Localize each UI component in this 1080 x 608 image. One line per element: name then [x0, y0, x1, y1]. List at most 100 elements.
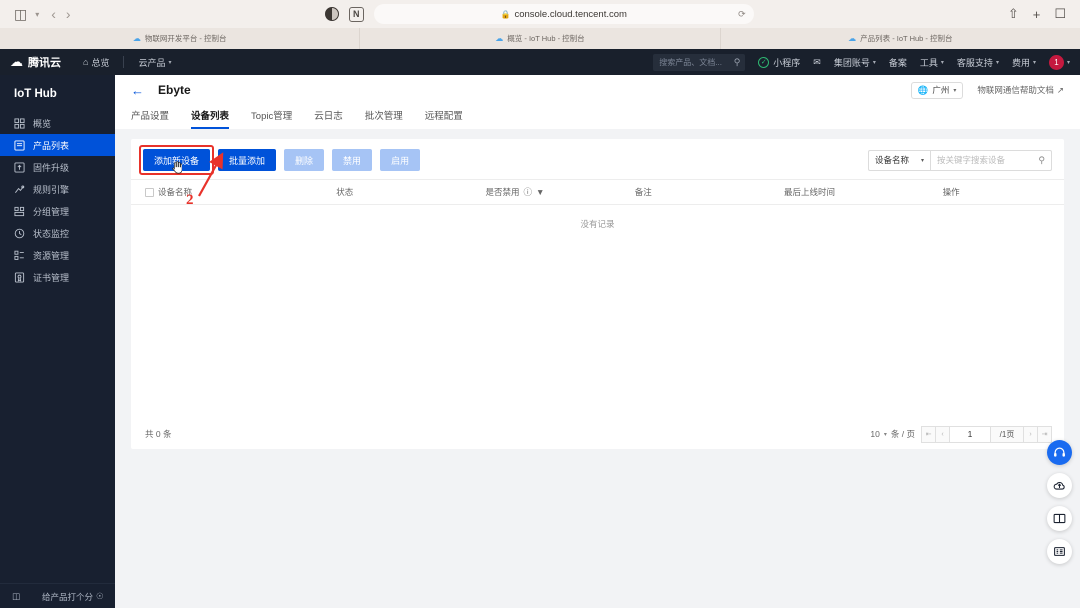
sidebar-toggle-icon[interactable]: ◫ [10, 5, 31, 23]
reader-contrast-icon[interactable] [324, 7, 339, 21]
batch-add-button[interactable]: 批量添加 [218, 149, 277, 171]
nav-beian[interactable]: 备案 [889, 56, 907, 69]
chevron-down-icon[interactable]: ▾ [35, 10, 39, 19]
column-remark: 备注 [634, 179, 785, 205]
page-size-value: 10 [870, 429, 880, 439]
column-operation-label: 操作 [942, 187, 960, 197]
nav-support[interactable]: 客服支持 ▾ [957, 56, 999, 69]
search-icon[interactable]: ⚲ [1038, 155, 1045, 166]
global-search-input[interactable]: 搜索产品、文档... ⚲ [653, 53, 746, 71]
status-monitor-icon [14, 228, 25, 239]
reload-icon[interactable]: ⟳ [738, 9, 746, 20]
browser-tab[interactable]: ☁ 概览 - IoT Hub - 控制台 [360, 28, 721, 49]
delete-button[interactable]: 删除 [284, 149, 325, 171]
column-operation: 操作 [942, 179, 1064, 205]
prev-page-button[interactable]: ‹ [935, 425, 950, 443]
back-arrow-icon[interactable]: ‹ [51, 6, 56, 22]
search-field-label: 设备名称 [874, 155, 909, 165]
back-arrow-icon[interactable]: ← [131, 83, 144, 98]
tab-product-settings[interactable]: 产品设置 [131, 108, 169, 129]
enable-button[interactable]: 启用 [380, 149, 421, 171]
page-header-top: ← Ebyte 🌐 广州 ▾ 物联网通信帮助文档 ↗ [131, 75, 1064, 105]
help-doc-label: 物联网通信帮助文档 [977, 85, 1054, 95]
miniapp-label: 小程序 [773, 57, 801, 68]
device-search-input[interactable]: 按关键字搜索设备 ⚲ [930, 149, 1052, 171]
nav-divider [123, 56, 125, 68]
column-remark-label: 备注 [634, 187, 652, 197]
mail-icon[interactable]: ✉ [813, 57, 821, 68]
menu-list-button[interactable] [1047, 539, 1072, 564]
search-icon[interactable]: ⚲ [734, 57, 741, 68]
empty-state-text: 没有记录 [580, 219, 615, 229]
empty-state-row: 没有记录 [131, 205, 1064, 244]
nav-tools[interactable]: 工具 ▾ [920, 56, 944, 69]
sidebar-item-status-monitor[interactable]: 状态监控 [0, 222, 115, 244]
browser-tab[interactable]: ☁ 物联网开发平台 - 控制台 [0, 28, 361, 49]
page-size-unit: 条 / 页 [890, 429, 915, 439]
first-page-button[interactable]: ⇤ [921, 425, 936, 443]
next-page-button[interactable]: › [1023, 425, 1038, 443]
sidebar-item-firmware-upgrade[interactable]: 固件升级 [0, 156, 115, 178]
current-page-input[interactable]: 1 [949, 425, 991, 443]
collapse-sidebar-icon[interactable]: ◫ [12, 591, 20, 602]
address-bar[interactable]: 🔒 console.cloud.tencent.com ⟳ [373, 4, 754, 24]
list-menu-icon [1054, 547, 1065, 556]
chevron-down-icon: ▾ [940, 59, 944, 66]
tabs-overview-icon[interactable]: ☐ [1054, 6, 1066, 22]
miniapp-entry[interactable]: ✓ 小程序 [758, 56, 800, 69]
tab-remote-config[interactable]: 远程配置 [425, 108, 463, 129]
tab-topic-manage[interactable]: Topic管理 [251, 108, 292, 129]
rate-product-button[interactable]: 给产品打个分 ☉ [42, 591, 104, 603]
cloud-favicon: ☁ [848, 34, 857, 43]
user-menu[interactable]: 1 ▾ [1048, 54, 1070, 70]
help-doc-link[interactable]: 物联网通信帮助文档 ↗ [977, 84, 1064, 96]
nav-overview-label: 总览 [91, 57, 110, 68]
nav-cloud-products[interactable]: 云产品 ▾ [138, 56, 171, 69]
sidebar-item-product-list[interactable]: 产品列表 [0, 134, 115, 156]
sidebar-item-overview[interactable]: 概览 [0, 112, 115, 134]
nav-overview[interactable]: ⌂ 总览 [83, 56, 109, 69]
sidebar-item-certificate[interactable]: 证书管理 [0, 266, 115, 288]
cloud-upload-button[interactable] [1047, 473, 1072, 498]
device-search-placeholder: 按关键字搜索设备 [937, 155, 1006, 165]
nav-arrows: ‹ › [51, 6, 70, 22]
sidebar-item-label: 固件升级 [33, 162, 70, 173]
page-size-selector[interactable]: 10 ▾ 条 / 页 [870, 428, 915, 440]
rate-product-label: 给产品打个分 [42, 591, 94, 602]
tab-cloud-log[interactable]: 云日志 [314, 108, 343, 129]
share-icon[interactable]: ⇧ [1008, 6, 1019, 22]
notion-extension-icon[interactable]: N [348, 6, 364, 22]
filter-icon[interactable]: ▼ [536, 187, 544, 197]
column-status-label: 状态 [336, 187, 354, 197]
page-content: 添加新设备 批量添加 删除 禁用 启用 设备名称 ▾ 按关键字搜索设备 ⚲ 设备… [115, 129, 1080, 608]
sidebar-item-rule-engine[interactable]: 规则引擎 [0, 178, 115, 200]
tab-batch-manage[interactable]: 批次管理 [365, 108, 403, 129]
disable-button[interactable]: 禁用 [332, 149, 373, 171]
browser-tab[interactable]: ☁ 产品列表 - IoT Hub - 控制台 [721, 28, 1080, 49]
select-all-checkbox[interactable] [145, 187, 154, 197]
pagination: 10 ▾ 条 / 页 ⇤ ‹ 1 /1页 › ⇥ [870, 425, 1052, 443]
column-device-name: 设备名称 [131, 179, 337, 205]
search-field-select[interactable]: 设备名称 ▾ [867, 149, 930, 171]
info-icon[interactable]: ⓘ [524, 186, 533, 198]
sidebar-item-resource-manage[interactable]: 资源管理 [0, 244, 115, 266]
tab-device-list[interactable]: 设备列表 [191, 108, 230, 129]
column-device-name-label: 设备名称 [158, 187, 193, 197]
new-tab-icon[interactable]: + [1033, 7, 1041, 22]
nav-billing[interactable]: 费用 ▾ [1012, 56, 1036, 69]
forward-arrow-icon[interactable]: › [66, 6, 71, 22]
globe-icon: 🌐 [917, 84, 929, 95]
docs-button[interactable] [1047, 506, 1072, 531]
region-selector[interactable]: 🌐 广州 ▾ [910, 81, 964, 99]
miniapp-icon: ✓ [758, 56, 770, 68]
table-header-row: 设备名称 状态 是否禁用 ⓘ ▼ 备注 最后上线时间 操作 [131, 179, 1064, 205]
add-device-button[interactable]: 添加新设备 [143, 149, 211, 171]
support-chat-button[interactable] [1047, 440, 1072, 465]
nav-group-account[interactable]: 集团账号 ▾ [834, 56, 876, 69]
brand-logo[interactable]: ☁ 腾讯云 [10, 54, 61, 70]
region-label: 广州 [932, 85, 950, 95]
main-area: ← Ebyte 🌐 广州 ▾ 物联网通信帮助文档 ↗ 产品设置 设备列表 Top… [115, 75, 1080, 608]
url-area: N 🔒 console.cloud.tencent.com ⟳ [324, 4, 754, 24]
tencent-cloud-logo-icon: ☁ [10, 54, 23, 69]
sidebar-item-group-manage[interactable]: 分组管理 [0, 200, 115, 222]
